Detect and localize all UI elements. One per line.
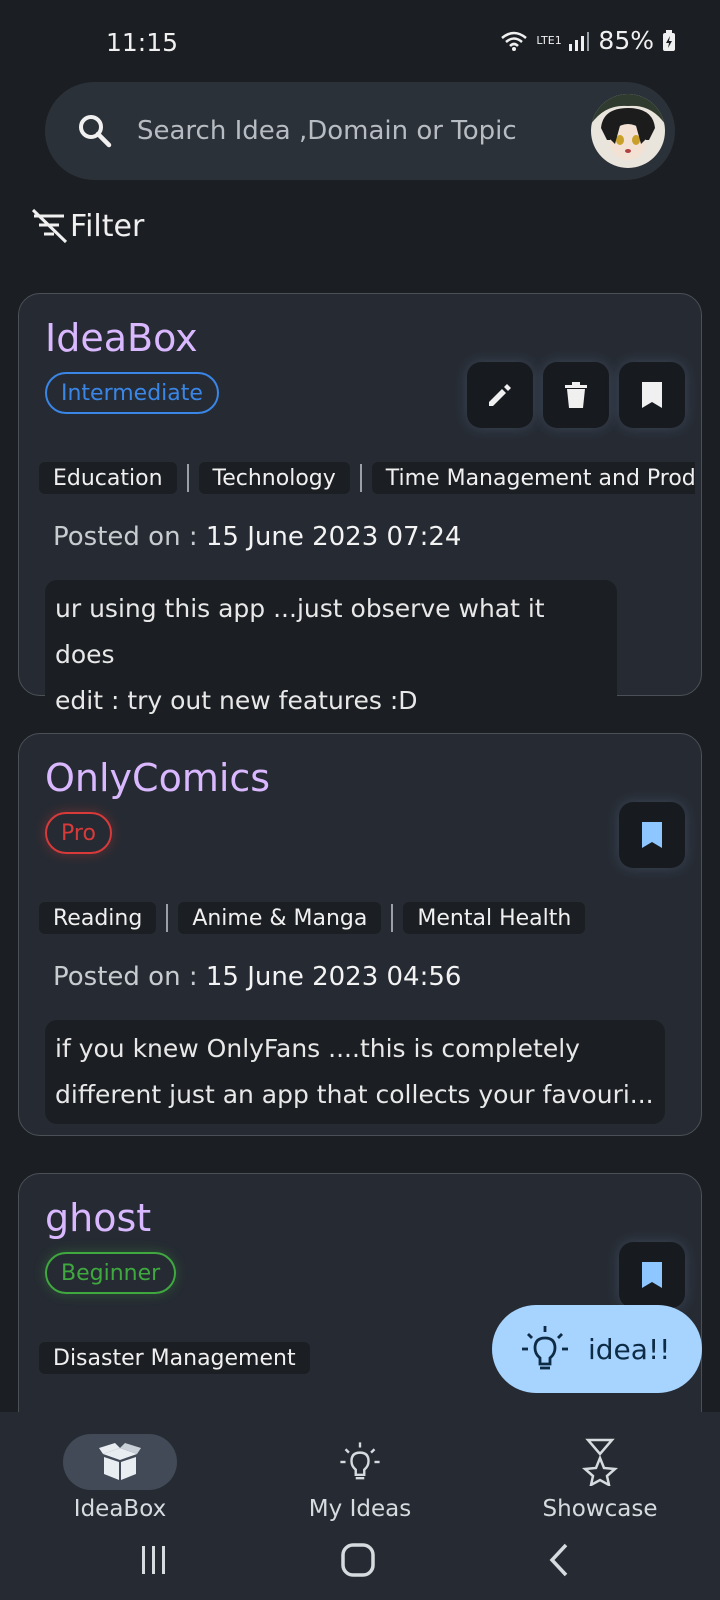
tag-list: Reading Anime & Manga Mental Health: [39, 902, 695, 934]
tag-divider: [359, 464, 362, 492]
wifi-icon: [501, 31, 528, 51]
level-badge: Beginner: [45, 1252, 177, 1294]
description-line: different just an app that collects your…: [55, 1080, 654, 1109]
delete-button[interactable]: [543, 362, 609, 428]
tag-divider: [186, 464, 189, 492]
recent-apps-icon[interactable]: [138, 1544, 170, 1576]
signal-icon: [569, 31, 590, 51]
posted-date: 15 June 2023 07:24: [205, 522, 462, 552]
bookmark-filled-icon: [642, 822, 662, 848]
nav-icon-wrap: [303, 1434, 417, 1490]
bookmark-filled-icon: [642, 1262, 662, 1288]
lightbulb-icon: [340, 1442, 380, 1480]
nav-label: Showcase: [542, 1496, 658, 1522]
description-line: if you knew OnlyFans ....this is complet…: [55, 1034, 580, 1063]
description-line: ur using this app ...just observe what i…: [55, 594, 545, 669]
network-label: LTE1: [536, 34, 562, 47]
description-line: edit : try out new features :D: [55, 686, 418, 715]
card-actions: [467, 362, 685, 428]
tag-chip[interactable]: Disaster Management: [39, 1342, 310, 1374]
search-bar[interactable]: [45, 82, 675, 180]
battery-icon: [663, 29, 675, 51]
avatar-image: [591, 94, 665, 168]
filter-off-icon: [31, 208, 68, 244]
home-icon[interactable]: [340, 1542, 376, 1578]
nav-item-showcase[interactable]: Showcase: [480, 1412, 720, 1530]
idea-title: ghost: [45, 1196, 152, 1240]
posted-date: 15 June 2023 04:56: [205, 962, 462, 992]
nav-item-ideabox[interactable]: IdeaBox: [0, 1412, 240, 1530]
status-bar: 11:15 LTE1 85%: [0, 0, 720, 80]
box-icon: [99, 1443, 141, 1480]
bookmark-icon: [642, 382, 662, 408]
bookmark-button[interactable]: [619, 362, 685, 428]
posted-label: Posted on :: [53, 962, 206, 992]
status-icons: LTE1 85%: [500, 26, 676, 55]
pencil-icon: [489, 384, 511, 406]
tag-chip[interactable]: Technology: [198, 462, 350, 494]
status-time: 11:15: [106, 28, 179, 57]
tag-divider: [166, 904, 169, 932]
idea-card[interactable]: OnlyComics Pro Reading Anime & Manga Men…: [18, 733, 702, 1136]
tag-chip[interactable]: Time Management and Productivity: [371, 462, 695, 494]
tag-chip[interactable]: Anime & Manga: [178, 902, 382, 934]
idea-description: if you knew OnlyFans ....this is complet…: [45, 1020, 665, 1124]
nav-label: IdeaBox: [73, 1496, 167, 1522]
back-icon[interactable]: [548, 1542, 570, 1578]
search-input[interactable]: [137, 116, 577, 146]
tag-list: Education Technology Time Management and…: [39, 462, 695, 494]
tag-chip[interactable]: Education: [39, 462, 177, 494]
new-idea-button[interactable]: idea!!: [492, 1305, 702, 1393]
trash-icon: [565, 382, 587, 408]
idea-title: IdeaBox: [45, 316, 198, 360]
nav-icon-wrap: [543, 1434, 657, 1490]
search-icon: [79, 115, 112, 148]
nav-selected-indicator: [63, 1434, 177, 1490]
bookmark-button[interactable]: [619, 802, 685, 868]
lightbulb-icon: [522, 1326, 568, 1370]
trophy-icon: [581, 1438, 619, 1486]
nav-label: My Ideas: [308, 1496, 412, 1522]
idea-card[interactable]: IdeaBox Intermediate Education Technolog…: [18, 293, 702, 730]
card-actions: [619, 802, 685, 868]
avatar[interactable]: [591, 94, 665, 168]
tag-divider: [391, 904, 394, 932]
battery-percent: 85%: [598, 26, 654, 55]
system-nav-bar: [0, 1530, 720, 1590]
fab-label: idea!!: [588, 1332, 671, 1366]
edit-button[interactable]: [467, 362, 533, 428]
nav-item-my-ideas[interactable]: My Ideas: [240, 1412, 480, 1530]
filter-button[interactable]: Filter: [30, 208, 144, 244]
tag-chip[interactable]: Reading: [39, 902, 157, 934]
level-badge: Intermediate: [45, 372, 219, 414]
posted-label: Posted on :: [53, 522, 206, 552]
idea-description: ur using this app ...just observe what i…: [45, 580, 617, 730]
filter-label: Filter: [70, 208, 145, 244]
card-actions: [619, 1242, 685, 1308]
posted-info: Posted on : 15 June 2023 07:24: [53, 522, 461, 552]
bookmark-button[interactable]: [619, 1242, 685, 1308]
level-badge: Pro: [45, 812, 112, 854]
tag-chip[interactable]: Mental Health: [403, 902, 586, 934]
idea-title: OnlyComics: [45, 756, 271, 800]
posted-info: Posted on : 15 June 2023 04:56: [53, 962, 461, 992]
